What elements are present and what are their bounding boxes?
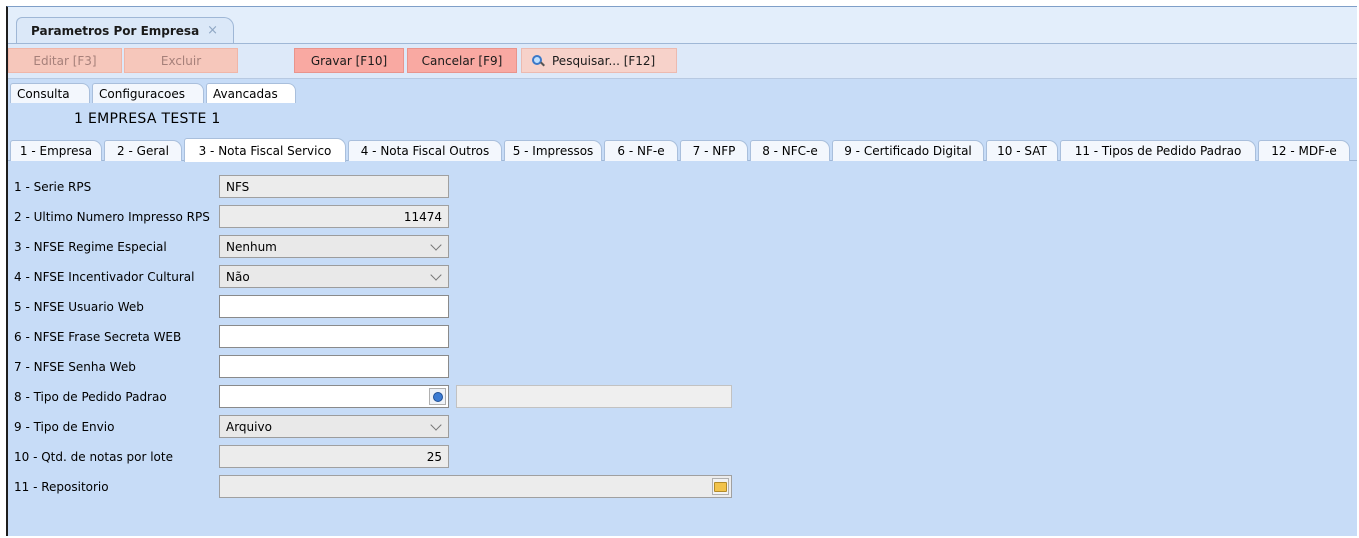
tipo-envio-label: 9 - Tipo de Envio xyxy=(14,420,115,434)
document-tab[interactable]: Parametros Por Empresa × xyxy=(16,17,234,43)
search-icon xyxy=(532,54,544,67)
tab-consulta[interactable]: Consulta xyxy=(10,83,90,103)
usuario-web-label: 5 - NFSE Usuario Web xyxy=(14,300,144,314)
tab-empresa[interactable]: 1 - Empresa xyxy=(10,140,102,161)
cancel-button[interactable]: Cancelar [F9] xyxy=(407,48,517,73)
ultimo-numero-label: 2 - Ultimo Numero Impresso RPS xyxy=(14,210,210,224)
incentivador-select[interactable]: Não xyxy=(219,265,449,288)
tab-sat[interactable]: 10 - SAT xyxy=(986,140,1058,161)
tab-configuracoes[interactable]: Configuracoes xyxy=(92,83,204,103)
folder-icon[interactable] xyxy=(712,478,729,495)
form-panel: 1 - Serie RPS NFS 2 - Ultimo Numero Impr… xyxy=(8,163,1357,536)
serie-rps-value: NFS xyxy=(226,179,250,194)
parameter-tabs: 1 - Empresa 2 - Geral 3 - Nota Fiscal Se… xyxy=(8,137,1357,162)
tab-nfp[interactable]: 7 - NFP xyxy=(680,140,748,161)
lookup-icon[interactable] xyxy=(429,388,446,405)
serie-rps-field[interactable]: NFS xyxy=(219,175,449,198)
frase-secreta-label: 6 - NFSE Frase Secreta WEB xyxy=(14,330,182,344)
senha-web-label: 7 - NFSE Senha Web xyxy=(14,360,136,374)
tab-geral[interactable]: 2 - Geral xyxy=(104,140,182,161)
close-icon[interactable]: × xyxy=(207,23,218,38)
usuario-web-input[interactable] xyxy=(219,295,449,318)
repositorio-field[interactable] xyxy=(219,475,732,498)
document-tab-title: Parametros Por Empresa xyxy=(31,23,200,38)
incentivador-label: 4 - NFSE Incentivador Cultural xyxy=(14,270,195,284)
ultimo-numero-value: 11474 xyxy=(403,209,442,224)
qtd-notas-label: 10 - Qtd. de notas por lote xyxy=(14,450,173,464)
regime-especial-label: 3 - NFSE Regime Especial xyxy=(14,240,167,254)
save-button[interactable]: Gravar [F10] xyxy=(294,48,404,73)
company-name: 1 EMPRESA TESTE 1 xyxy=(74,111,221,127)
tab-impressos[interactable]: 5 - Impressos xyxy=(504,140,602,161)
tab-nfc-e[interactable]: 8 - NFC-e xyxy=(750,140,830,161)
chevron-down-icon xyxy=(430,268,442,281)
regime-especial-value: Nenhum xyxy=(226,239,277,254)
tab-nota-fiscal-servico[interactable]: 3 - Nota Fiscal Servico xyxy=(184,138,346,162)
view-tabs: Consulta Configuracoes Avancadas xyxy=(8,79,1357,103)
chevron-down-icon xyxy=(430,418,442,431)
tab-avancadas[interactable]: Avancadas xyxy=(206,83,296,103)
tipo-envio-value: Arquivo xyxy=(226,419,272,434)
ultimo-numero-field[interactable]: 11474 xyxy=(219,205,449,228)
tab-mdf-e[interactable]: 12 - MDF-e xyxy=(1258,140,1350,161)
tab-certificado-digital[interactable]: 9 - Certificado Digital xyxy=(832,140,984,161)
delete-button[interactable]: Excluir xyxy=(124,48,238,73)
toolbar: Editar [F3] Excluir Gravar [F10] Cancela… xyxy=(8,44,1357,79)
chevron-down-icon xyxy=(430,238,442,251)
tipo-pedido-description xyxy=(456,385,732,408)
tipo-envio-select[interactable]: Arquivo xyxy=(219,415,449,438)
serie-rps-label: 1 - Serie RPS xyxy=(14,180,92,194)
tab-nf-e[interactable]: 6 - NF-e xyxy=(604,140,678,161)
document-tab-strip: Parametros Por Empresa × xyxy=(8,7,1357,44)
repositorio-label: 11 - Repositorio xyxy=(14,480,109,494)
edit-button[interactable]: Editar [F3] xyxy=(8,48,122,73)
frase-secreta-input[interactable] xyxy=(219,325,449,348)
qtd-notas-field[interactable]: 25 xyxy=(219,445,449,468)
app-window: Parametros Por Empresa × Editar [F3] Exc… xyxy=(6,6,1357,536)
search-button[interactable]: Pesquisar... [F12] xyxy=(521,48,677,73)
incentivador-value: Não xyxy=(226,269,250,284)
regime-especial-select[interactable]: Nenhum xyxy=(219,235,449,258)
tab-nota-fiscal-outros[interactable]: 4 - Nota Fiscal Outros xyxy=(348,140,502,161)
qtd-notas-value: 25 xyxy=(426,449,442,464)
tipo-pedido-label: 8 - Tipo de Pedido Padrao xyxy=(14,390,167,404)
senha-web-input[interactable] xyxy=(219,355,449,378)
search-button-label: Pesquisar... [F12] xyxy=(552,53,656,68)
tipo-pedido-input[interactable] xyxy=(219,385,449,408)
tab-tipos-de-pedido-padrao[interactable]: 11 - Tipos de Pedido Padrao xyxy=(1060,140,1256,161)
